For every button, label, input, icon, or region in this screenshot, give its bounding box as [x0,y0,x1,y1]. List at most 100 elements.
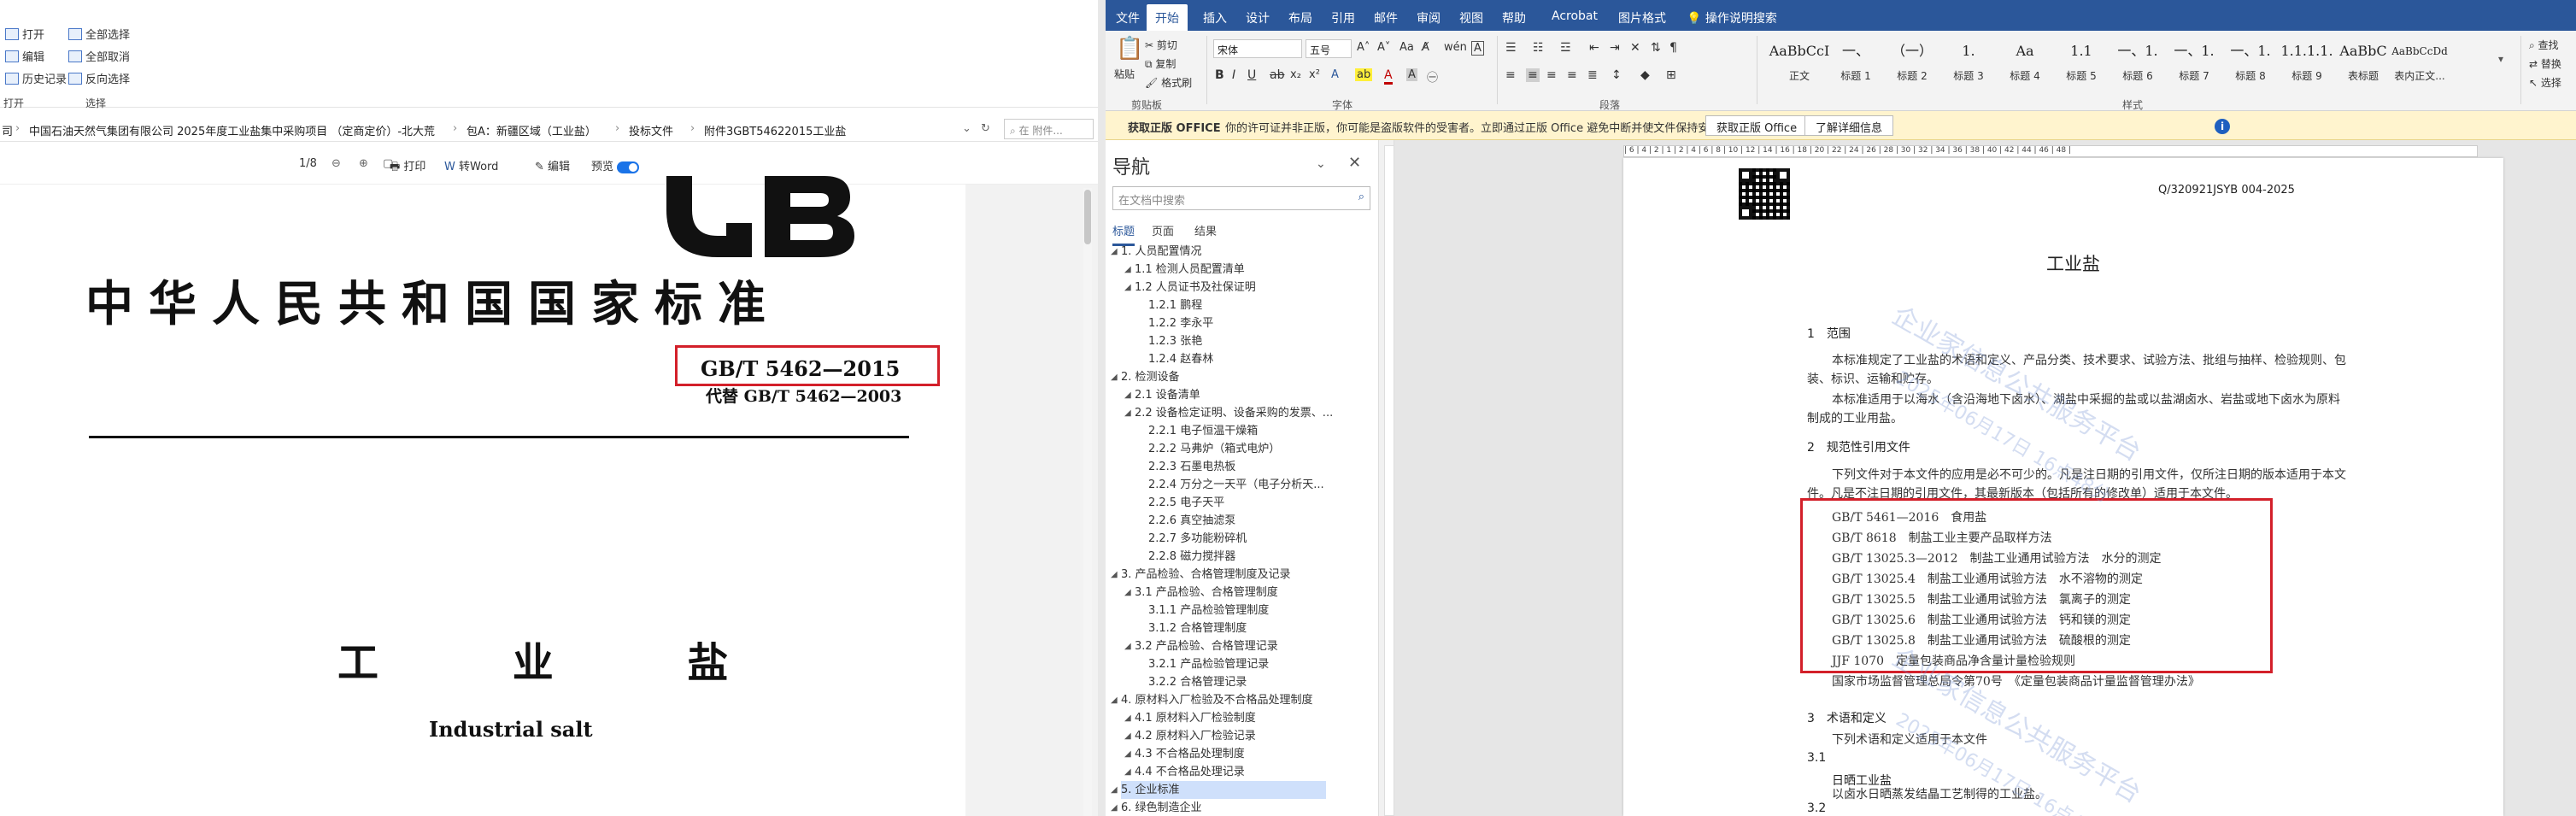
font-shrink-icon[interactable]: A˅ [1377,41,1390,54]
pdf-scroll-thumb[interactable] [1084,190,1091,244]
tab-insert[interactable]: 插入 [1203,9,1227,26]
nav-item[interactable]: 2.2 设备检定证明、设备采购的发票、... [1135,404,1333,422]
print-button[interactable]: 🖶 打印 [390,157,425,178]
line-spacing-icon[interactable]: ↕ [1611,68,1622,82]
char-shading-icon[interactable]: A [1406,68,1417,81]
nav-item[interactable]: 1.2.2 李永平 [1148,314,1213,332]
show-marks-icon[interactable]: ¶ [1669,41,1677,55]
close-icon[interactable]: ✕ [1348,154,1361,172]
format-painter-button[interactable]: 🖌 格式刷 [1145,75,1192,90]
nav-item[interactable]: 4.4 不合格品处理记录 [1135,763,1245,781]
shading-icon[interactable]: ◆ [1640,68,1650,82]
expand-triangle-icon[interactable]: ◢ [1124,763,1131,781]
align-left-icon[interactable]: ≡ [1505,68,1516,82]
decrease-indent-icon[interactable]: ⇤ [1589,41,1599,55]
numbering-icon[interactable]: ☷ [1533,41,1544,55]
find-button[interactable]: ⌕ 查找 [2529,38,2559,52]
expand-triangle-icon[interactable]: ◢ [1124,386,1131,404]
nav-item[interactable]: 2.2.4 万分之一天平（电子分析天... [1148,476,1324,494]
font-size-select[interactable]: 五号 [1306,39,1352,58]
highlight-icon[interactable]: ab [1355,68,1373,81]
underline-button[interactable]: U [1247,68,1256,82]
breadcrumb-1[interactable]: 中国石油天然气集团有限公司 2025年度工业盐集中采购项目 （定商定价）-北大荒 [29,122,435,138]
paste-icon[interactable]: 📋 [1116,36,1143,62]
tab-home[interactable]: 开始 [1147,4,1188,33]
get-genuine-button[interactable]: 获取正版 Office [1705,115,1809,136]
subscript-button[interactable]: x₂ [1290,68,1301,81]
learn-more-button[interactable]: 了解详细信息 [1804,115,1894,136]
tab-references[interactable]: 引用 [1331,9,1355,26]
nav-item[interactable]: 3.2 产品检验、合格管理记录 [1135,637,1278,655]
font-color-icon[interactable]: A [1384,68,1393,85]
expand-triangle-icon[interactable]: ◢ [1111,243,1118,261]
address-bar[interactable]: 司 › 中国石油天然气集团有限公司 2025年度工业盐集中采购项目 （定商定价）… [0,116,1098,142]
nav-item[interactable]: 3.2.2 合格管理记录 [1148,673,1247,691]
nav-item[interactable]: 2.2.2 马弗炉（箱式电炉） [1148,440,1280,458]
invert-selection-button[interactable]: 反向选择 [68,70,130,86]
justify-icon[interactable]: ≡ [1567,68,1577,82]
tab-view[interactable]: 视图 [1459,9,1483,26]
nav-item-selected[interactable]: 5. 企业标准 [1121,781,1326,799]
expand-triangle-icon[interactable]: ◢ [1124,261,1131,279]
to-word-button[interactable]: W 转Word [444,157,498,173]
nav-search-input[interactable]: 在文档中搜索 ⌕ [1112,186,1370,210]
select-button[interactable]: ↖ 选择 [2529,75,2561,90]
nav-item[interactable]: 3.2.1 产品检验管理记录 [1148,655,1269,673]
nav-item[interactable]: 2.2.5 电子天平 [1148,494,1224,512]
nav-item[interactable]: 3.1.1 产品检验管理制度 [1148,602,1269,619]
chevron-down-icon[interactable]: ⌄ [962,122,971,135]
expand-triangle-icon[interactable]: ◢ [1111,781,1118,799]
strikethrough-button[interactable]: ab [1270,68,1284,82]
expand-triangle-icon[interactable]: ◢ [1111,566,1118,584]
expand-triangle-icon[interactable]: ◢ [1111,799,1118,816]
align-center-icon[interactable]: ≡ [1526,68,1540,82]
increase-indent-icon[interactable]: ⇥ [1610,41,1620,55]
superscript-button[interactable]: x² [1309,68,1320,81]
select-none-button[interactable]: 全部取消 [68,48,130,64]
italic-button[interactable]: I [1232,68,1235,82]
expand-triangle-icon[interactable]: ◢ [1111,691,1118,709]
chevron-down-icon[interactable]: ⌄ [1316,157,1326,171]
nav-item[interactable]: 2. 检测设备 [1121,368,1180,386]
refresh-icon[interactable]: ↻ [981,122,990,135]
style-table-body[interactable]: AaBbCcDd 表内正文... [2385,39,2454,91]
nav-item[interactable]: 1.2.3 张艳 [1148,332,1202,350]
tell-me-search[interactable]: 💡 操作说明搜索 [1687,9,1777,26]
clear-format-icon[interactable]: A̸ [1422,41,1429,54]
tab-review[interactable]: 审阅 [1417,9,1441,26]
nav-item[interactable]: 2.2.8 磁力搅拌器 [1148,548,1235,566]
nav-item[interactable]: 1.2 人员证书及社保证明 [1135,279,1256,296]
bold-button[interactable]: B [1215,68,1224,82]
expand-triangle-icon[interactable]: ◢ [1124,745,1131,763]
pinyin-icon[interactable]: wén [1444,41,1467,54]
tab-file[interactable]: 文件 [1116,9,1140,26]
tab-layout[interactable]: 布局 [1288,9,1312,26]
nav-item[interactable]: 2.2.6 真空抽滤泵 [1148,512,1235,530]
tab-design[interactable]: 设计 [1246,9,1270,26]
tab-help[interactable]: 帮助 [1502,9,1526,26]
sort-icon[interactable]: ⇅ [1651,41,1661,55]
nav-item[interactable]: 3.1.2 合格管理制度 [1148,619,1247,637]
expand-triangle-icon[interactable]: ◢ [1111,368,1118,386]
toggle-switch[interactable] [617,161,640,173]
borders-icon[interactable]: ⊞ [1666,68,1676,82]
edit-button[interactable]: 编辑 [5,48,44,64]
enclose-char-icon[interactable]: ㊀ [1427,68,1438,85]
expand-triangle-icon[interactable]: ◢ [1124,709,1131,727]
copy-button[interactable]: ⧉ 复制 [1145,56,1176,71]
nav-item[interactable]: 6. 绿色制造企业 [1121,799,1202,816]
nav-item[interactable]: 2.2.3 石墨电热板 [1148,458,1235,476]
styles-more-icon[interactable]: ▾ [2498,53,2503,65]
bullets-icon[interactable]: ☰ [1505,41,1517,55]
edit-pdf-button[interactable]: ✎ 编辑 [535,157,570,173]
replace-button[interactable]: ⇄ 替换 [2529,56,2561,71]
nav-item[interactable]: 1.2.4 赵春林 [1148,350,1213,368]
nav-tab-results[interactable]: 结果 [1194,222,1217,238]
breadcrumb-2[interactable]: 包A：新疆区域（工业盐） [466,122,596,138]
nav-item[interactable]: 3. 产品检验、合格管理制度及记录 [1121,566,1291,584]
tab-acrobat[interactable]: Acrobat [1552,9,1598,23]
align-right-icon[interactable]: ≡ [1546,68,1557,82]
pdf-scrollbar[interactable] [1083,188,1092,816]
char-border-icon[interactable]: A [1471,41,1484,56]
font-grow-icon[interactable]: A˄ [1357,41,1370,54]
